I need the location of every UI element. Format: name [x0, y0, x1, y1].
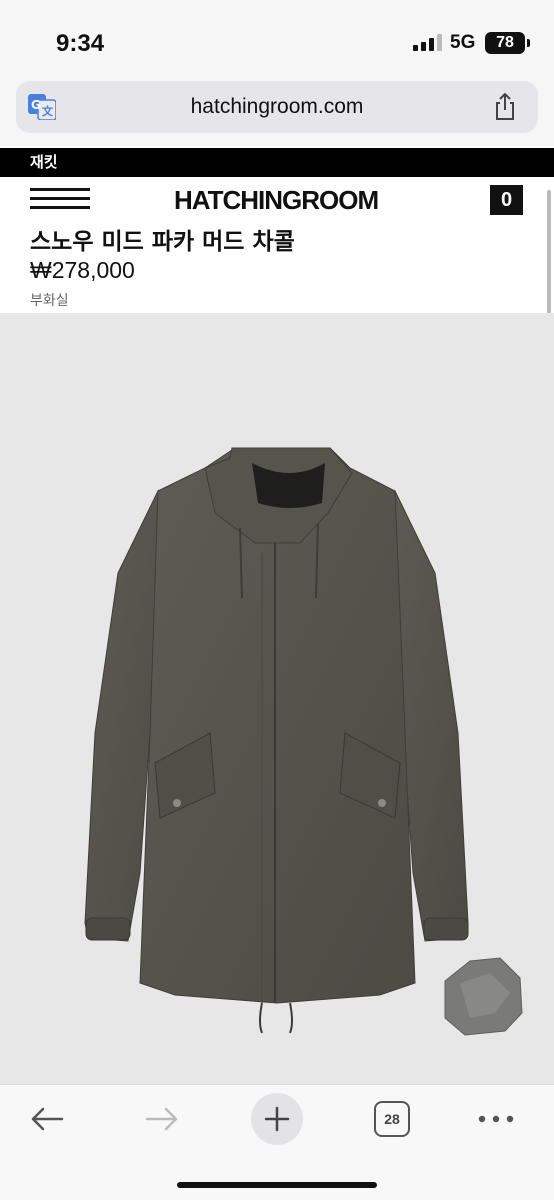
- url-text[interactable]: hatchingroom.com: [16, 95, 538, 119]
- menu-icon[interactable]: [30, 187, 90, 211]
- network-type: 5G: [450, 32, 476, 53]
- battery-icon: 78: [485, 32, 530, 54]
- product-image[interactable]: [0, 313, 554, 1084]
- plus-icon: [264, 1106, 290, 1132]
- browser-address-area: G 文 hatchingroom.com: [0, 74, 554, 146]
- arrow-left-icon: [31, 1107, 64, 1131]
- back-button[interactable]: [27, 1099, 67, 1139]
- forward-button[interactable]: [142, 1099, 182, 1139]
- arrow-right-icon: [145, 1107, 178, 1131]
- status-bar: 9:34 5G 78: [0, 0, 554, 74]
- signal-icon: [413, 33, 442, 51]
- home-indicator[interactable]: [177, 1182, 377, 1188]
- product-price: ₩278,000: [30, 257, 135, 283]
- status-time: 9:34: [56, 30, 105, 57]
- more-button[interactable]: [476, 1099, 516, 1139]
- browser-toolbar: 28: [0, 1084, 554, 1200]
- new-tab-button[interactable]: [251, 1093, 303, 1145]
- product-color: 부화실: [30, 293, 69, 309]
- address-bar[interactable]: G 文 hatchingroom.com: [16, 81, 538, 133]
- product-title: 스노우 미드 파카 머드 차콜: [30, 229, 295, 255]
- ellipsis-icon: [478, 1115, 514, 1123]
- product-header: HATCHINGROOM 0 스노우 미드 파카 머드 차콜 ₩278,000 …: [0, 177, 554, 313]
- parka-illustration: [84, 447, 523, 1036]
- share-icon[interactable]: [492, 93, 518, 121]
- site-logo[interactable]: HATCHINGROOM: [174, 185, 379, 216]
- cart-button[interactable]: 0: [490, 185, 523, 215]
- category-bar: 재킷: [0, 148, 554, 177]
- tabs-button[interactable]: 28: [374, 1101, 410, 1137]
